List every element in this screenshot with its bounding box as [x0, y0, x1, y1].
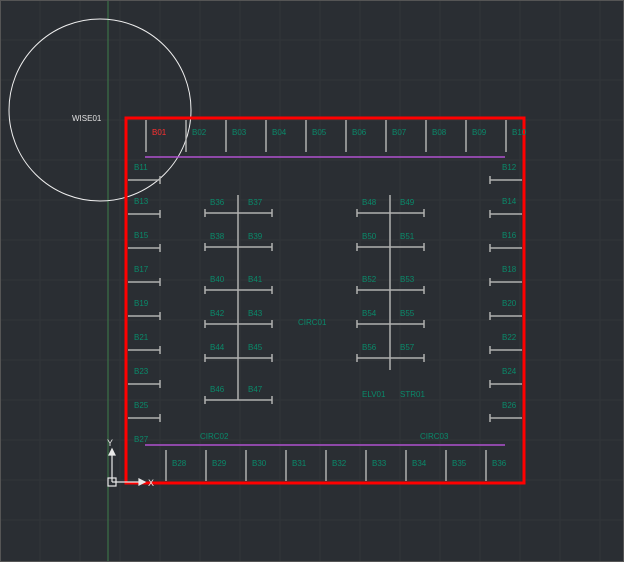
left-label: B17: [134, 265, 148, 274]
right-label: B22: [502, 333, 516, 342]
left-cluster: [205, 195, 272, 404]
left-label: B27: [134, 435, 148, 444]
ucs-y-label: Y: [107, 438, 113, 448]
cluster-label: B42: [210, 309, 224, 318]
cluster-label: B50: [362, 232, 376, 241]
left-label: B11: [134, 163, 148, 172]
center-label: CIRC01: [298, 318, 326, 327]
boundary-rect: [126, 118, 524, 483]
cluster-label: B37: [248, 198, 262, 207]
circ03-label: CIRC03: [420, 432, 448, 441]
cluster-label: B57: [400, 343, 414, 352]
top-label: B04: [272, 128, 286, 137]
cluster-label: B56: [362, 343, 376, 352]
top-label: B05: [312, 128, 326, 137]
bottom-label: B36: [492, 459, 506, 468]
cluster-label: B52: [362, 275, 376, 284]
cluster-label: B47: [248, 385, 262, 394]
top-label: B10: [512, 128, 526, 137]
circ02-label: CIRC02: [200, 432, 228, 441]
top-label: B06: [352, 128, 366, 137]
left-label: B13: [134, 197, 148, 206]
cluster-label: B46: [210, 385, 224, 394]
cad-viewport[interactable]: WISE01 B01 B02 B03 B04 B05 B06 B07 B08 B09 B10 B1…: [0, 0, 624, 562]
bottom-label: B32: [332, 459, 346, 468]
top-label: B01: [152, 128, 166, 137]
right-label: B24: [502, 367, 516, 376]
cluster-label: B38: [210, 232, 224, 241]
bottom-label: B31: [292, 459, 306, 468]
right-label: B20: [502, 299, 516, 308]
cluster-label: B44: [210, 343, 224, 352]
bottom-label: B33: [372, 459, 386, 468]
top-label: B08: [432, 128, 446, 137]
top-label: B03: [232, 128, 246, 137]
right-label: B16: [502, 231, 516, 240]
wise-circle: [9, 19, 191, 201]
wise-label: WISE01: [72, 114, 101, 123]
elv-label: ELV01: [362, 390, 385, 399]
left-label: B21: [134, 333, 148, 342]
bottom-label: B30: [252, 459, 266, 468]
cluster-label: B51: [400, 232, 414, 241]
bottom-label: B35: [452, 459, 466, 468]
cluster-label: B48: [362, 198, 376, 207]
cluster-label: B45: [248, 343, 262, 352]
right-label: B12: [502, 163, 516, 172]
cluster-label: B54: [362, 309, 376, 318]
drawing-svg[interactable]: [0, 0, 624, 562]
cluster-label: B39: [248, 232, 262, 241]
top-label: B07: [392, 128, 406, 137]
cluster-label: B43: [248, 309, 262, 318]
top-label: B09: [472, 128, 486, 137]
right-label: B14: [502, 197, 516, 206]
right-label: B26: [502, 401, 516, 410]
left-label: B15: [134, 231, 148, 240]
left-label: B19: [134, 299, 148, 308]
top-label: B02: [192, 128, 206, 137]
cluster-label: B55: [400, 309, 414, 318]
cluster-label: B36: [210, 198, 224, 207]
left-label: B25: [134, 401, 148, 410]
ucs-x-label: X: [148, 478, 154, 488]
cluster-label: B53: [400, 275, 414, 284]
str-label: STR01: [400, 390, 425, 399]
cluster-label: B41: [248, 275, 262, 284]
cluster-label: B40: [210, 275, 224, 284]
left-label: B23: [134, 367, 148, 376]
bottom-label: B34: [412, 459, 426, 468]
bottom-label: B28: [172, 459, 186, 468]
grid-minor: [0, 0, 624, 562]
right-label: B18: [502, 265, 516, 274]
bottom-label: B29: [212, 459, 226, 468]
cluster-label: B49: [400, 198, 414, 207]
